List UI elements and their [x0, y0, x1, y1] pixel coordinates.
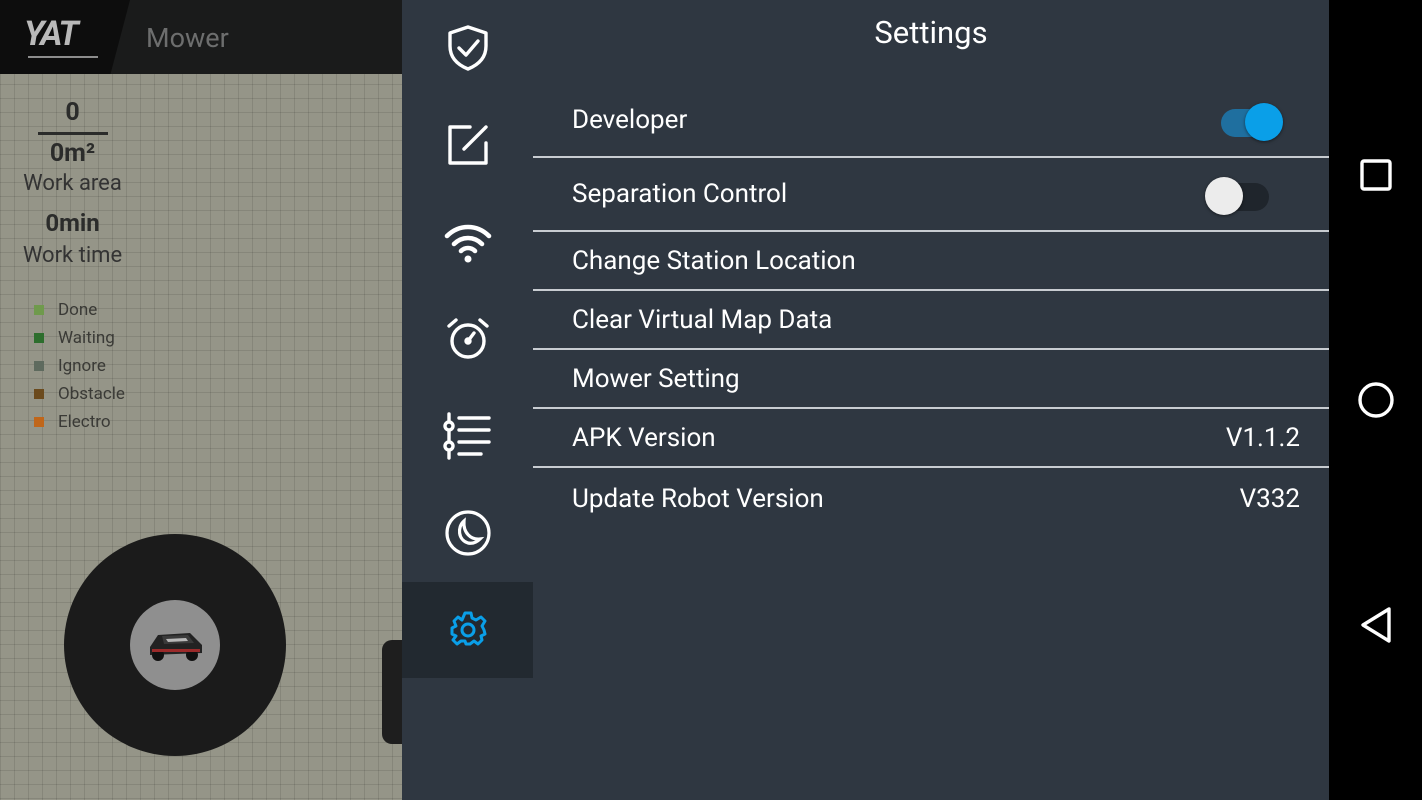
back-button[interactable]: [1329, 595, 1422, 655]
rail-item-night[interactable]: [402, 485, 533, 581]
legend-label: Obstacle: [58, 384, 125, 404]
system-navbar: [1329, 0, 1422, 800]
legend-label: Done: [58, 300, 98, 320]
setting-row-apk-version[interactable]: APK Version V1.1.2: [533, 409, 1329, 468]
wifi-icon: [444, 224, 491, 263]
apk-version-value: V1.1.2: [1225, 422, 1300, 453]
legend-item: Obstacle: [34, 380, 125, 408]
setting-label: APK Version: [572, 422, 716, 453]
app-header: YAT Mower: [0, 0, 402, 74]
setting-label: Separation Control: [572, 179, 788, 209]
legend-item: Electro: [34, 408, 125, 436]
legend-label: Electro: [58, 412, 111, 432]
alarm-clock-icon: [446, 318, 489, 359]
joystick-knob[interactable]: [130, 600, 220, 690]
setting-row-separation[interactable]: Separation Control: [533, 158, 1329, 232]
toggle-thumb: [1245, 103, 1283, 141]
legend-item: Ignore: [34, 352, 125, 380]
page-title: Settings: [874, 14, 988, 51]
robot-version-value: V332: [1239, 484, 1300, 514]
back-icon: [1360, 607, 1391, 643]
home-icon: [1357, 382, 1394, 418]
rail-item-schedule[interactable]: [402, 291, 533, 387]
work-area-label: Work area: [23, 171, 122, 196]
rail-item-settings[interactable]: [402, 582, 533, 678]
work-count: 0: [65, 98, 80, 127]
settings-rail: [402, 0, 533, 800]
setting-label: Clear Virtual Map Data: [572, 304, 833, 335]
legend-swatch-done: [34, 305, 44, 315]
recent-apps-icon: [1359, 159, 1392, 191]
setting-row-robot-version[interactable]: Update Robot Version V332: [533, 468, 1329, 530]
gear-icon: [450, 611, 486, 646]
stat-divider: [37, 132, 108, 135]
setting-label: Change Station Location: [572, 245, 856, 276]
setting-label: Update Robot Version: [572, 484, 824, 514]
settings-panel: Settings Developer Separation Control Ch…: [533, 0, 1329, 800]
separation-toggle[interactable]: [1205, 172, 1269, 215]
legend-swatch-obstacle: [34, 389, 44, 399]
logo: YAT: [0, 0, 130, 74]
setting-row-mower[interactable]: Mower Setting: [533, 350, 1329, 409]
home-button[interactable]: [1329, 370, 1422, 430]
recent-apps-button[interactable]: [1329, 145, 1422, 205]
setting-label: Developer: [572, 105, 688, 135]
logo-text: YAT: [24, 14, 79, 54]
toggle-thumb: [1205, 177, 1243, 215]
logo-underline: [28, 56, 98, 58]
legend-item: Done: [34, 296, 125, 324]
work-area-value: 0m²: [49, 139, 96, 168]
joystick[interactable]: [64, 534, 286, 756]
rail-item-edit[interactable]: [402, 97, 533, 193]
setting-row-clear-map[interactable]: Clear Virtual Map Data: [533, 291, 1329, 350]
shield-check-icon: [447, 25, 488, 71]
legend-label: Waiting: [58, 328, 115, 348]
app-title: Mower: [146, 22, 229, 54]
legend-swatch-ignore: [34, 361, 44, 371]
edit-icon: [447, 125, 488, 165]
work-stats: 0 0m² Work area 0min Work time: [0, 96, 145, 271]
rail-item-list[interactable]: [402, 388, 533, 484]
list-icon: [442, 412, 491, 460]
legend-swatch-electro: [34, 417, 44, 427]
legend-swatch-waiting: [34, 333, 44, 343]
work-time-value: 0min: [45, 209, 100, 237]
setting-row-station[interactable]: Change Station Location: [533, 232, 1329, 291]
work-time-label: Work time: [22, 243, 123, 268]
rail-item-security[interactable]: [402, 0, 533, 96]
mower-icon: [150, 633, 202, 661]
legend-label: Ignore: [58, 356, 106, 376]
legend-item: Waiting: [34, 324, 125, 352]
map-legend: Done Waiting Ignore Obstacle Electro: [34, 296, 125, 436]
setting-row-developer[interactable]: Developer: [533, 84, 1329, 158]
developer-toggle[interactable]: [1221, 98, 1283, 141]
setting-label: Mower Setting: [572, 363, 740, 394]
rail-item-wifi[interactable]: [402, 194, 533, 290]
moon-icon: [444, 510, 491, 556]
